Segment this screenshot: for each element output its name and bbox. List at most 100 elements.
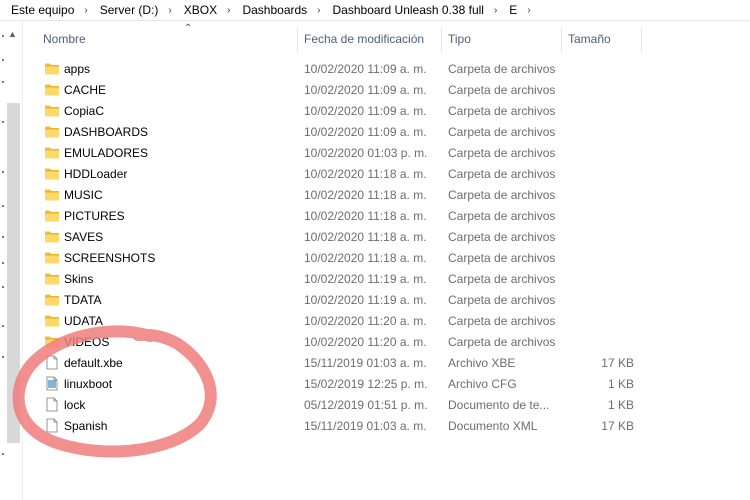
folder-icon xyxy=(44,292,60,307)
file-date: 10/02/2020 11:18 a. m. xyxy=(304,209,427,223)
file-size: 17 KB xyxy=(601,419,634,433)
folder-icon xyxy=(44,124,60,139)
file-row[interactable]: apps 10/02/2020 11:09 a. m. Carpeta de arc… xyxy=(22,58,750,79)
folder-icon xyxy=(44,82,60,97)
column-divider[interactable] xyxy=(641,28,642,52)
file-type: Archivo XBE xyxy=(448,356,516,370)
file-row[interactable]: lock 05/12/2019 01:51 p. m. Documento de t… xyxy=(22,394,750,415)
file-row[interactable]: MUSIC 10/02/2020 11:18 a. m. Carpeta de ar… xyxy=(22,184,750,205)
file-date: 10/02/2020 11:19 a. m. xyxy=(304,293,427,307)
breadcrumb-item[interactable]: Dashboard Unleash 0.38 full xyxy=(321,3,486,17)
file-name: MUSIC xyxy=(64,188,103,202)
file-size: 1 KB xyxy=(607,377,634,391)
column-header-size[interactable]: Tamaño xyxy=(568,32,611,46)
chevron-right-icon[interactable]: › xyxy=(309,5,320,16)
chevron-right-icon[interactable]: › xyxy=(519,5,530,16)
nav-scrollbar[interactable] xyxy=(7,103,20,443)
file-row[interactable]: linuxboot 15/02/2019 12:25 p. m. Archivo C… xyxy=(22,373,750,394)
file-row[interactable]: default.xbe 15/11/2019 01:03 a. m. Archivo… xyxy=(22,352,750,373)
file-type: Carpeta de archivos xyxy=(448,62,556,76)
column-header-row: ⌃ Nombre Fecha de modificación Tipo Tama… xyxy=(22,23,750,52)
file-type: Documento XML xyxy=(448,419,538,433)
file-row[interactable]: VIDEOS 10/02/2020 11:20 a. m. Carpeta de a… xyxy=(22,331,750,352)
file-row[interactable]: Spanish 15/11/2019 01:03 a. m. Documento X… xyxy=(22,415,750,436)
folder-icon xyxy=(44,145,60,160)
file-type: Carpeta de archivos xyxy=(448,314,556,328)
file-type: Carpeta de archivos xyxy=(448,83,556,97)
chevron-right-icon[interactable]: › xyxy=(486,5,497,16)
file-row[interactable]: UDATA 10/02/2020 11:20 a. m. Carpeta de ar… xyxy=(22,310,750,331)
file-date: 15/02/2019 12:25 p. m. xyxy=(304,377,428,391)
file-date: 10/02/2020 11:09 a. m. xyxy=(304,83,427,97)
file-date: 10/02/2020 11:18 a. m. xyxy=(304,188,427,202)
folder-icon xyxy=(44,187,60,202)
breadcrumb: Este equipo › Server (D:) › XBOX › Dashboards ›… xyxy=(0,0,750,21)
column-divider[interactable] xyxy=(297,28,298,52)
folder-icon xyxy=(44,61,60,76)
file-date: 15/11/2019 01:03 a. m. xyxy=(304,356,427,370)
file-date: 10/02/2020 11:18 a. m. xyxy=(304,230,427,244)
file-type: Carpeta de archivos xyxy=(448,125,556,139)
file-name: SAVES xyxy=(64,230,104,244)
file-row[interactable]: CopiaC 10/02/2020 11:09 a. m. Carpeta de a… xyxy=(22,100,750,121)
chevron-right-icon[interactable]: › xyxy=(219,5,230,16)
folder-icon xyxy=(44,334,60,349)
file-name: Skins xyxy=(64,272,94,286)
column-header-type[interactable]: Tipo xyxy=(448,32,471,46)
file-name: EMULADORES xyxy=(64,146,149,160)
breadcrumb-item[interactable]: E xyxy=(497,3,519,17)
file-row[interactable]: SAVES 10/02/2020 11:18 a. m. Carpeta de ar… xyxy=(22,226,750,247)
breadcrumb-item[interactable]: Dashboards xyxy=(230,3,309,17)
file-size: 1 KB xyxy=(607,398,634,412)
file-name: UDATA xyxy=(64,314,103,328)
file-row[interactable]: DASHBOARDS 10/02/2020 11:09 a. m. Carpeta … xyxy=(22,121,750,142)
file-row[interactable]: TDATA 10/02/2020 11:19 a. m. Carpeta de ar… xyxy=(22,289,750,310)
file-icon xyxy=(44,418,60,433)
navigation-pane[interactable]: ▲ xyxy=(0,21,23,500)
file-type: Carpeta de archivos xyxy=(448,251,556,265)
breadcrumb-item[interactable]: Este equipo xyxy=(0,3,76,17)
file-type: Carpeta de archivos xyxy=(448,209,556,223)
column-divider[interactable] xyxy=(561,28,562,52)
folder-icon xyxy=(44,250,60,265)
file-name: apps xyxy=(64,62,91,76)
file-date: 10/02/2020 11:09 a. m. xyxy=(304,104,427,118)
file-icon xyxy=(44,397,60,412)
file-date: 10/02/2020 01:03 p. m. xyxy=(304,146,428,160)
column-divider[interactable] xyxy=(441,28,442,52)
file-type: Carpeta de archivos xyxy=(448,146,556,160)
scroll-up-arrow-icon[interactable]: ▲ xyxy=(8,29,17,39)
file-name: Spanish xyxy=(64,419,108,433)
file-row[interactable]: Skins 10/02/2020 11:19 a. m. Carpeta de ar… xyxy=(22,268,750,289)
breadcrumb-item[interactable]: Server (D:) xyxy=(88,3,161,17)
folder-icon xyxy=(44,103,60,118)
breadcrumb-item[interactable]: XBOX xyxy=(172,3,219,17)
column-header-name[interactable]: Nombre xyxy=(43,32,86,46)
file-row[interactable]: PICTURES 10/02/2020 11:18 a. m. Carpeta de… xyxy=(22,205,750,226)
file-type: Carpeta de archivos xyxy=(448,272,556,286)
file-date: 10/02/2020 11:09 a. m. xyxy=(304,125,427,139)
config-file-icon xyxy=(44,376,60,391)
file-row[interactable]: EMULADORES 10/02/2020 01:03 p. m. Carpeta … xyxy=(22,142,750,163)
chevron-right-icon[interactable]: › xyxy=(76,5,87,16)
file-date: 05/12/2019 01:51 p. m. xyxy=(304,398,428,412)
column-header-date[interactable]: Fecha de modificación xyxy=(304,32,424,46)
file-name: HDDLoader xyxy=(64,167,128,181)
file-row[interactable]: CACHE 10/02/2020 11:09 a. m. Carpeta de ar… xyxy=(22,79,750,100)
folder-icon xyxy=(44,208,60,223)
chevron-right-icon[interactable]: › xyxy=(160,5,171,16)
file-name: SCREENSHOTS xyxy=(64,251,156,265)
sort-ascending-icon: ⌃ xyxy=(184,23,193,34)
file-name: VIDEOS xyxy=(64,335,110,349)
file-type: Carpeta de archivos xyxy=(448,293,556,307)
file-row[interactable]: HDDLoader 10/02/2020 11:18 a. m. Carpeta d… xyxy=(22,163,750,184)
file-date: 10/02/2020 11:18 a. m. xyxy=(304,251,427,265)
file-type: Archivo CFG xyxy=(448,377,517,391)
file-date: 10/02/2020 11:19 a. m. xyxy=(304,272,427,286)
file-size: 17 KB xyxy=(601,356,634,370)
folder-icon xyxy=(44,166,60,181)
folder-icon xyxy=(44,313,60,328)
file-row[interactable]: SCREENSHOTS 10/02/2020 11:18 a. m. Carpeta… xyxy=(22,247,750,268)
file-type: Carpeta de archivos xyxy=(448,188,556,202)
file-name: default.xbe xyxy=(64,356,123,370)
